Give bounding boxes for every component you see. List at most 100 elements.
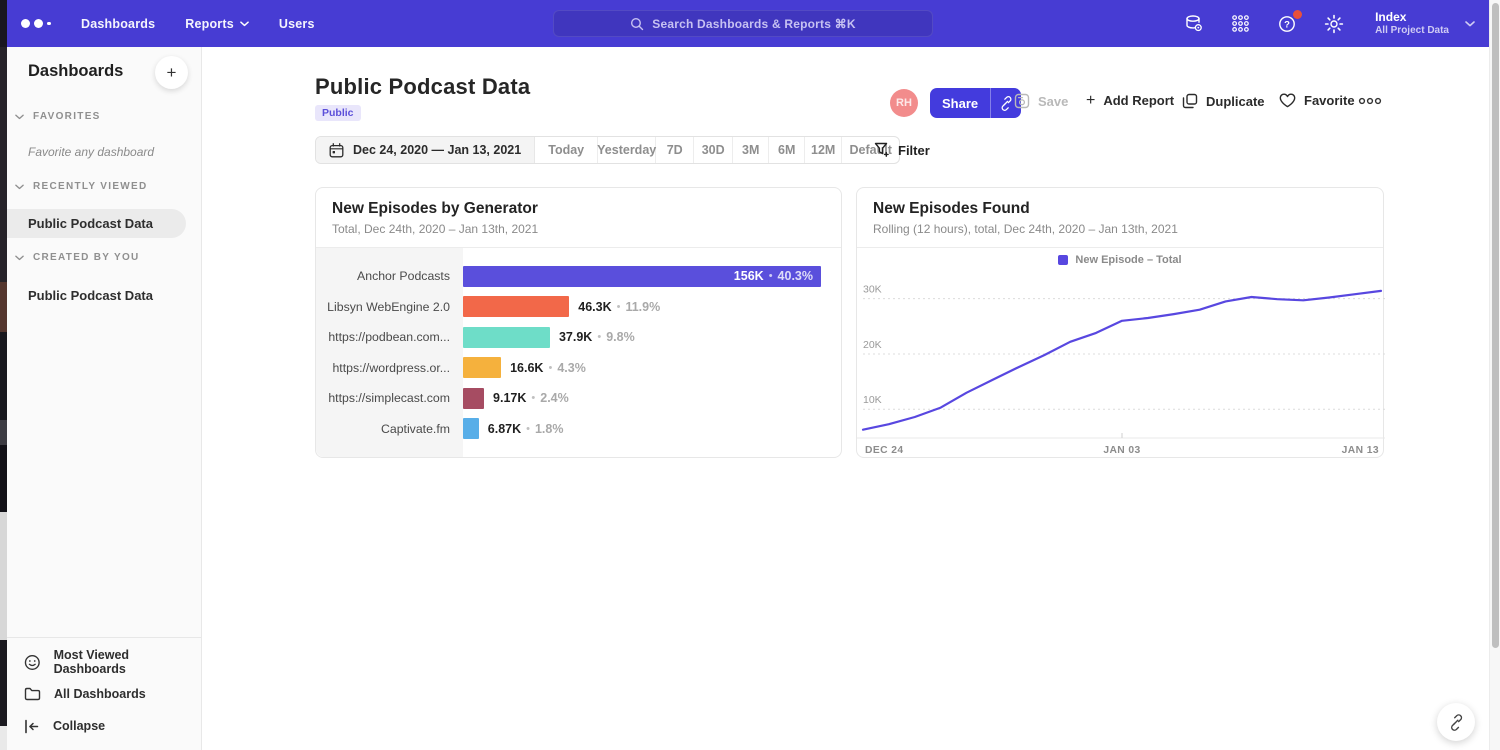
help-button[interactable]: ? bbox=[1277, 14, 1297, 34]
date-range-label: Dec 24, 2020 — Jan 13, 2021 bbox=[353, 143, 521, 157]
y-axis-tick-label: 30K bbox=[863, 284, 882, 296]
more-dots-icon bbox=[1358, 97, 1382, 105]
sidebar-section-recently-viewed[interactable]: RECENTLY VIEWED bbox=[15, 181, 148, 192]
bar-value: 6.87K•1.8% bbox=[488, 422, 564, 436]
bar-category-label: Libsyn WebEngine 2.0 bbox=[316, 300, 463, 314]
folder-icon bbox=[24, 686, 41, 702]
data-sources-button[interactable] bbox=[1184, 14, 1204, 34]
share-button[interactable]: Share bbox=[930, 88, 990, 118]
bar-area: 46.3K•11.9% bbox=[463, 296, 835, 317]
bar[interactable] bbox=[463, 388, 484, 409]
sidebar-item-public-podcast-data-created[interactable]: Public Podcast Data bbox=[7, 281, 186, 310]
project-scope: All Project Data bbox=[1375, 24, 1449, 37]
card-title: New Episodes by Generator bbox=[332, 200, 825, 218]
apps-grid-button[interactable] bbox=[1231, 14, 1250, 33]
card-new-episodes-by-generator: New Episodes by Generator Total, Dec 24t… bbox=[315, 187, 842, 458]
gear-icon bbox=[1324, 14, 1344, 34]
section-label: FAVORITES bbox=[33, 111, 101, 122]
nav-users[interactable]: Users bbox=[279, 17, 315, 31]
add-dashboard-button[interactable]: + bbox=[155, 56, 188, 89]
footer-item-label: Collapse bbox=[53, 719, 105, 733]
bar[interactable]: 156K•40.3% bbox=[463, 266, 821, 287]
preset-yesterday[interactable]: Yesterday bbox=[598, 137, 656, 163]
legend-label: New Episode – Total bbox=[1075, 254, 1181, 266]
settings-button[interactable] bbox=[1324, 14, 1344, 34]
chevron-down-icon bbox=[15, 114, 24, 120]
preset-12m[interactable]: 12M bbox=[805, 137, 842, 163]
avatar[interactable]: RH bbox=[890, 89, 918, 117]
sidebar-section-favorites[interactable]: FAVORITES bbox=[15, 111, 101, 122]
chart-legend: New Episode – Total bbox=[857, 249, 1383, 271]
nav-dashboards[interactable]: Dashboards bbox=[81, 17, 155, 31]
most-viewed-dashboards-button[interactable]: Most Viewed Dashboards bbox=[7, 646, 201, 678]
x-axis-tick-label: JAN 03 bbox=[1103, 445, 1140, 456]
bar-area: 9.17K•2.4% bbox=[463, 388, 835, 409]
bar-category-label: https://podbean.com... bbox=[316, 330, 463, 344]
all-dashboards-button[interactable]: All Dashboards bbox=[7, 678, 201, 710]
logo-dot bbox=[21, 19, 30, 28]
share-label: Share bbox=[942, 96, 978, 111]
bar[interactable] bbox=[463, 357, 501, 378]
y-axis-tick-label: 10K bbox=[863, 394, 882, 406]
calendar-icon bbox=[329, 143, 344, 158]
avatar-initials: RH bbox=[896, 97, 912, 109]
card-title: New Episodes Found bbox=[873, 200, 1367, 218]
search-placeholder: Search Dashboards & Reports ⌘K bbox=[652, 17, 855, 31]
preset-label: Yesterday bbox=[597, 143, 656, 157]
card-subtitle: Total, Dec 24th, 2020 – Jan 13th, 2021 bbox=[332, 222, 825, 236]
preset-label: Today bbox=[548, 143, 584, 157]
bar-row: https://simplecast.com 9.17K•2.4% bbox=[316, 383, 835, 414]
chevron-down-icon bbox=[15, 184, 24, 190]
bar[interactable] bbox=[463, 296, 569, 317]
bar-area: 6.87K•1.8% bbox=[463, 418, 835, 439]
nav-reports[interactable]: Reports bbox=[185, 17, 249, 31]
legend-swatch bbox=[1058, 255, 1068, 265]
bar[interactable] bbox=[463, 327, 550, 348]
bar[interactable] bbox=[463, 418, 479, 439]
duplicate-label: Duplicate bbox=[1206, 94, 1265, 109]
preset-6m[interactable]: 6M bbox=[769, 137, 805, 163]
scrollbar-thumb[interactable] bbox=[1492, 3, 1499, 648]
bar-chart: Anchor Podcasts156K•40.3%Libsyn WebEngin… bbox=[316, 261, 835, 444]
database-icon bbox=[1184, 14, 1204, 34]
app-logo[interactable] bbox=[21, 19, 55, 28]
sidebar-title: Dashboards bbox=[28, 62, 123, 81]
plus-icon: + bbox=[167, 63, 177, 83]
line-chart: 10K20K30KDEC 24JAN 03JAN 13 bbox=[857, 271, 1385, 459]
filter-button[interactable]: Filter bbox=[874, 136, 930, 164]
more-actions-button[interactable] bbox=[1358, 97, 1382, 105]
heart-icon bbox=[1279, 93, 1296, 108]
bar-category-label: https://simplecast.com bbox=[316, 391, 463, 405]
add-report-button[interactable]: + Add Report bbox=[1086, 93, 1174, 108]
bar-value: 9.17K•2.4% bbox=[493, 391, 569, 405]
bar-area: 37.9K•9.8% bbox=[463, 327, 835, 348]
project-selector[interactable]: Index All Project Data bbox=[1375, 10, 1475, 37]
svg-text:?: ? bbox=[1284, 19, 1290, 30]
page-scrollbar[interactable] bbox=[1489, 0, 1500, 750]
section-label: RECENTLY VIEWED bbox=[33, 181, 148, 192]
logo-dot bbox=[47, 22, 51, 26]
preset-today[interactable]: Today bbox=[535, 137, 598, 163]
filter-label: Filter bbox=[898, 143, 930, 158]
sidebar-item-label: Public Podcast Data bbox=[28, 288, 153, 303]
preset-30d[interactable]: 30D bbox=[694, 137, 733, 163]
preset-3m[interactable]: 3M bbox=[733, 137, 769, 163]
collapse-sidebar-button[interactable]: Collapse bbox=[7, 710, 201, 742]
card-new-episodes-found: New Episodes Found Rolling (12 hours), t… bbox=[856, 187, 1384, 458]
favorite-button[interactable]: Favorite bbox=[1279, 93, 1355, 108]
sidebar-item-public-podcast-data[interactable]: Public Podcast Data bbox=[7, 209, 186, 238]
favorites-empty-text: Favorite any dashboard bbox=[28, 145, 154, 159]
plus-icon: + bbox=[1086, 94, 1095, 108]
search-input[interactable]: Search Dashboards & Reports ⌘K bbox=[553, 10, 933, 37]
date-range-picker[interactable]: Dec 24, 2020 — Jan 13, 2021 bbox=[316, 137, 535, 163]
preset-label: 12M bbox=[811, 143, 835, 157]
bar-category-label: https://wordpress.or... bbox=[316, 361, 463, 375]
preset-7d[interactable]: 7D bbox=[656, 137, 694, 163]
nav-users-label: Users bbox=[279, 17, 315, 31]
save-button[interactable]: Save bbox=[1014, 93, 1068, 109]
bar-row: Libsyn WebEngine 2.046.3K•11.9% bbox=[316, 292, 835, 323]
floating-link-button[interactable] bbox=[1437, 703, 1475, 741]
duplicate-button[interactable]: Duplicate bbox=[1182, 93, 1265, 109]
sidebar-section-created-by-you[interactable]: CREATED BY YOU bbox=[15, 252, 140, 263]
project-name: Index bbox=[1375, 10, 1449, 24]
